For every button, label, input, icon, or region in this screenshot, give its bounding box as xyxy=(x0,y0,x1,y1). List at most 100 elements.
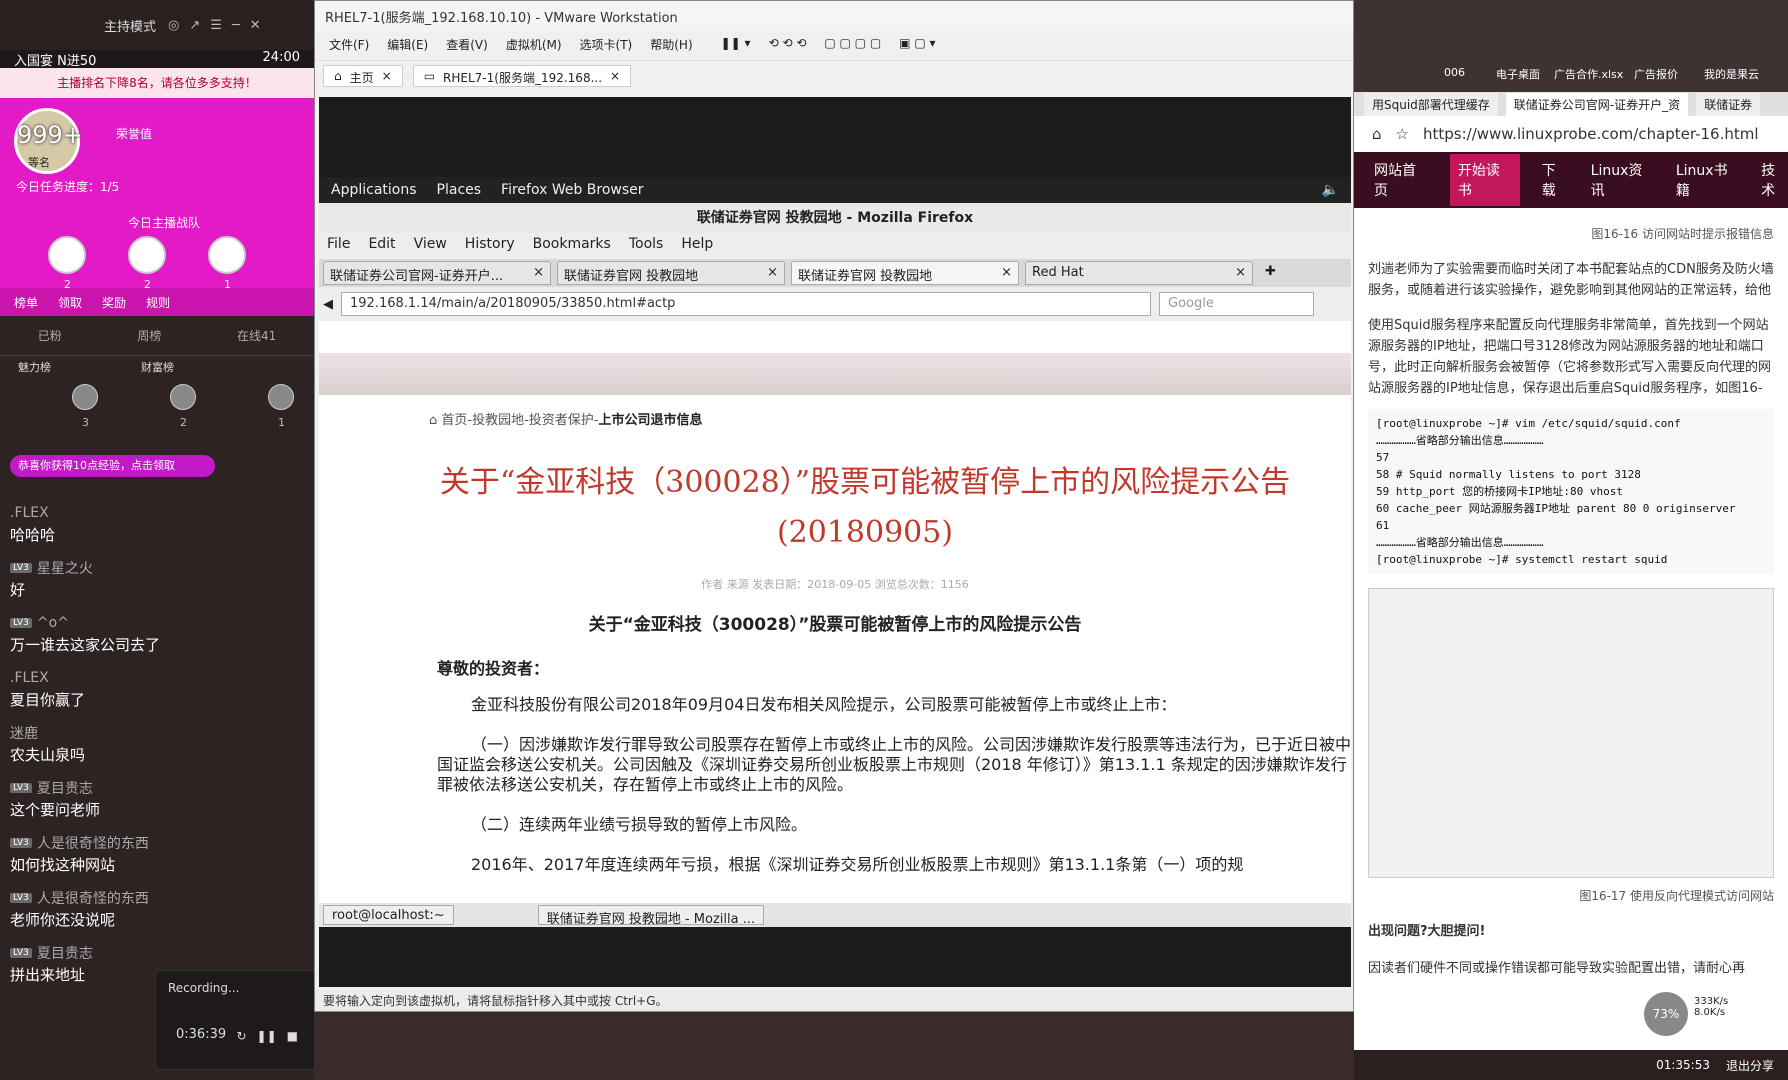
menu-vm[interactable]: 虚拟机(M) xyxy=(506,36,562,55)
close-icon[interactable]: × xyxy=(382,69,392,83)
volume-icon[interactable]: 🔈 xyxy=(1322,182,1339,198)
close-icon[interactable]: ✕ xyxy=(250,18,261,33)
view-icon[interactable]: ▢ ▢ ▢ ▢ xyxy=(824,36,881,55)
avatar[interactable] xyxy=(72,384,98,410)
menu-file[interactable]: File xyxy=(327,236,350,256)
url-field[interactable]: 192.168.1.14/main/a/20180905/33850.html#… xyxy=(341,292,1151,316)
close-icon[interactable]: × xyxy=(1001,265,1012,281)
wealth-board[interactable]: 财富榜 xyxy=(141,359,174,375)
honor-label[interactable]: 荣誉值 xyxy=(116,125,152,142)
chat-user[interactable]: 人是很奇怪的东西 xyxy=(37,888,149,908)
browser-tab-active[interactable]: 联储证券官网 投教园地 × xyxy=(791,261,1019,285)
chat-user[interactable]: .FLEX xyxy=(10,505,49,521)
nav-download[interactable]: 下载 xyxy=(1542,160,1569,200)
nav-read[interactable]: 开始读书 xyxy=(1449,154,1520,206)
places-menu[interactable]: Places xyxy=(437,182,482,198)
browser-tab[interactable]: 联储证券官网 投教园地 × xyxy=(557,261,785,285)
settings-icon[interactable]: ◎ xyxy=(168,18,179,33)
breadcrumb-current[interactable]: 上市公司退市信息 xyxy=(598,413,702,428)
home-icon[interactable]: ⌂ xyxy=(429,413,441,428)
close-icon[interactable]: × xyxy=(1235,265,1246,281)
nav-books[interactable]: Linux书籍 xyxy=(1676,160,1739,200)
menu-edit[interactable]: 编辑(E) xyxy=(387,36,428,55)
tab-home[interactable]: ⌂ 主页 × xyxy=(323,65,403,87)
browser-tab[interactable]: 联储证券 xyxy=(1696,92,1761,116)
desktop-icon[interactable]: 006 xyxy=(1444,66,1465,79)
menu-icon[interactable]: ☰ xyxy=(210,18,222,33)
tab-vm[interactable]: ▭ RHEL7-1(服务端_192.168... × xyxy=(412,65,632,87)
nav-news[interactable]: Linux资讯 xyxy=(1591,160,1654,200)
active-app[interactable]: Firefox Web Browser xyxy=(501,182,644,198)
menu-file[interactable]: 文件(F) xyxy=(329,36,369,55)
tab-weekly[interactable]: 周榜 xyxy=(137,327,161,344)
nav-home[interactable]: 网站首页 xyxy=(1374,160,1428,200)
chat-user[interactable]: .FLEX xyxy=(10,670,49,686)
minimize-icon[interactable]: ─ xyxy=(232,18,240,33)
search-field[interactable]: Google xyxy=(1159,292,1314,316)
menu-help[interactable]: Help xyxy=(681,236,713,256)
vm-guest-screen[interactable]: Applications Places Firefox Web Browser … xyxy=(319,97,1351,987)
console-icon[interactable]: ▣ ▢ ▾ xyxy=(899,36,935,55)
share-icon[interactable]: ↗ xyxy=(189,18,200,33)
url-field[interactable]: https://www.linuxprobe.com/chapter-16.ht… xyxy=(1423,125,1759,143)
avatar[interactable] xyxy=(268,384,294,410)
menu-bookmarks[interactable]: Bookmarks xyxy=(533,236,611,256)
pause-icon[interactable]: ❚❚ xyxy=(257,1029,277,1043)
chat-user[interactable]: 夏目贵志 xyxy=(37,778,93,798)
menu-history[interactable]: History xyxy=(465,236,515,256)
applications-menu[interactable]: Applications xyxy=(331,182,417,198)
chat-user[interactable]: ^o^ xyxy=(37,615,69,631)
chat-user[interactable]: 迷鹿 xyxy=(10,723,38,743)
avatar[interactable] xyxy=(170,384,196,410)
stop-icon[interactable]: ■ xyxy=(287,1029,298,1043)
menu-view[interactable]: View xyxy=(414,236,447,256)
stop-share-button[interactable]: 退出分享 xyxy=(1726,1057,1774,1074)
back-icon[interactable]: ◀ xyxy=(323,297,333,312)
desktop-icon[interactable]: 电子桌面 xyxy=(1496,66,1540,82)
pause-icon[interactable]: ❚❚ ▾ xyxy=(721,36,751,55)
menu-edit[interactable]: Edit xyxy=(368,236,395,256)
menu-help[interactable]: 帮助(H) xyxy=(650,36,692,55)
tab-rules[interactable]: 规则 xyxy=(146,294,170,311)
star-icon[interactable]: ☆ xyxy=(1396,125,1409,143)
close-icon[interactable]: × xyxy=(610,69,620,83)
fan-avatar[interactable] xyxy=(128,236,166,274)
gift-banner[interactable]: 恭喜你获得10点经验，点击领取 xyxy=(10,455,215,477)
fan-avatar[interactable] xyxy=(208,236,246,274)
new-tab-icon[interactable]: ✚ xyxy=(1259,261,1282,285)
desktop-icon[interactable]: 广告报价 xyxy=(1634,66,1678,82)
firefox-title: 联储证券官网 投教园地 - Mozilla Firefox xyxy=(319,203,1351,233)
nav-tech[interactable]: 技术 xyxy=(1761,160,1788,200)
taskbar-firefox[interactable]: 联储证券官网 投教园地 - Mozilla ... xyxy=(537,905,765,927)
chat-user[interactable]: 星星之火 xyxy=(37,558,93,578)
home-icon[interactable]: ⌂ xyxy=(1372,125,1382,143)
host-mode-label[interactable]: 主持模式 xyxy=(104,16,156,35)
terminal-block: [root@linuxprobe ~]# vim /etc/squid/squi… xyxy=(1368,409,1774,574)
charm-board[interactable]: 魅力榜 xyxy=(18,359,51,375)
tab-rewards[interactable]: 奖励 xyxy=(102,294,126,311)
snapshot-icon[interactable]: ⟲ ⟲ ⟲ xyxy=(769,36,807,55)
desktop-icon[interactable]: 我的是果云 xyxy=(1704,66,1759,82)
menu-view[interactable]: 查看(V) xyxy=(446,36,488,55)
browser-tab-active[interactable]: 联储证券公司官网-证券开户_资 xyxy=(1505,92,1689,116)
tab-claim[interactable]: 领取 xyxy=(58,294,82,311)
close-icon[interactable]: × xyxy=(767,265,778,281)
desktop-icon[interactable]: 广告合作.xlsx xyxy=(1554,66,1623,82)
greeting: 尊敬的投资者： xyxy=(437,659,550,678)
fan-avatar[interactable] xyxy=(48,236,86,274)
restart-icon[interactable]: ↻ xyxy=(236,1029,246,1043)
breadcrumb-path[interactable]: 首页-投教园地-投资者保护- xyxy=(441,413,598,428)
tab-ranking[interactable]: 榜单 xyxy=(14,294,38,311)
chat-user[interactable]: 夏目贵志 xyxy=(37,943,93,963)
browser-tab[interactable]: Red Hat × xyxy=(1025,261,1253,285)
browser-tab[interactable]: 用Squid部署代理缓存 xyxy=(1364,92,1498,116)
title-line: (20180905) xyxy=(776,515,954,550)
tab-online[interactable]: 在线41 xyxy=(237,327,276,344)
chat-user[interactable]: 人是很奇怪的东西 xyxy=(37,833,149,853)
close-icon[interactable]: × xyxy=(533,265,544,281)
tab-fans[interactable]: 已粉 xyxy=(38,327,62,344)
menu-tools[interactable]: Tools xyxy=(629,236,664,256)
browser-tab[interactable]: 联储证券公司官网-证券开户... × xyxy=(323,261,551,285)
taskbar-terminal[interactable]: root@localhost:~ xyxy=(323,905,454,925)
menu-tabs[interactable]: 选项卡(T) xyxy=(580,36,633,55)
